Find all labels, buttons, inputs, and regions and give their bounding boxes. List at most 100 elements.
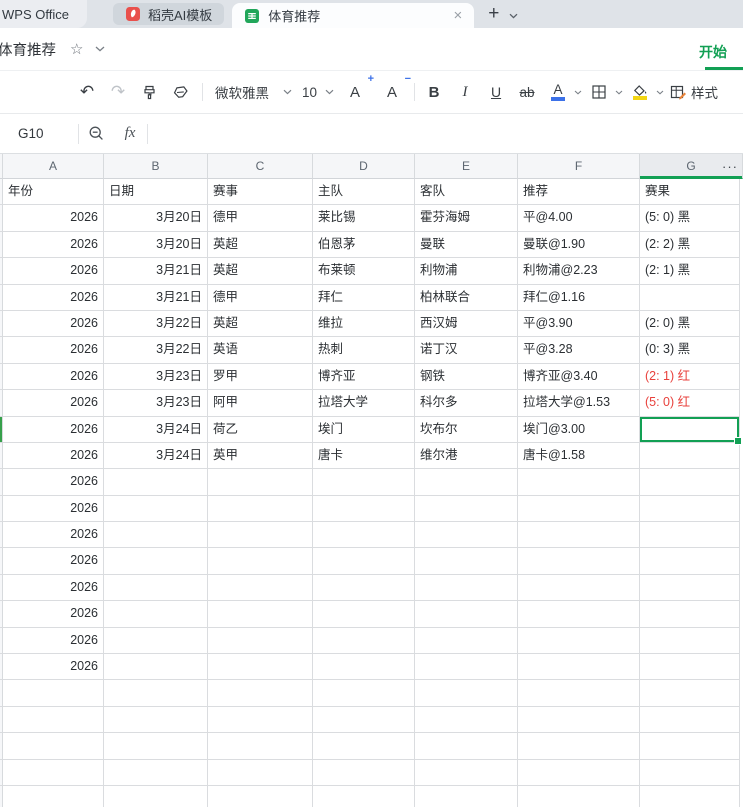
- cell[interactable]: [104, 574, 208, 602]
- cell[interactable]: 2026: [3, 205, 104, 232]
- cell[interactable]: [313, 706, 415, 734]
- cell[interactable]: [518, 601, 640, 628]
- cell[interactable]: [415, 601, 518, 628]
- cell[interactable]: [104, 733, 208, 760]
- ribbon-tab-home[interactable]: 开始: [699, 42, 743, 70]
- cell[interactable]: 德甲: [208, 284, 313, 311]
- cell[interactable]: [3, 733, 104, 760]
- cell[interactable]: [415, 654, 518, 681]
- cell[interactable]: [640, 654, 740, 681]
- cell[interactable]: 利物浦@2.23: [518, 258, 640, 285]
- cell[interactable]: [313, 785, 415, 807]
- cell[interactable]: [313, 654, 415, 681]
- cell[interactable]: [640, 733, 740, 760]
- cell[interactable]: 3月24日: [104, 416, 208, 443]
- cell[interactable]: [313, 522, 415, 549]
- close-tab-icon[interactable]: ×: [449, 7, 466, 24]
- cell[interactable]: [415, 495, 518, 523]
- cell[interactable]: 唐卡: [313, 442, 415, 470]
- cell[interactable]: [313, 733, 415, 760]
- cell[interactable]: [640, 548, 740, 575]
- fill-color-chevron-icon[interactable]: [656, 90, 664, 95]
- cell[interactable]: [208, 574, 313, 602]
- cell[interactable]: [104, 654, 208, 681]
- cell[interactable]: 2026: [3, 416, 104, 443]
- cell[interactable]: 平@4.00: [518, 205, 640, 232]
- cell[interactable]: 热刺: [313, 337, 415, 364]
- cell[interactable]: 拉塔大学: [313, 390, 415, 417]
- cell[interactable]: [208, 495, 313, 523]
- cell[interactable]: 维尔港: [415, 442, 518, 470]
- cell[interactable]: 赛事: [208, 179, 313, 206]
- cell[interactable]: [415, 785, 518, 807]
- borders-button[interactable]: [588, 78, 610, 106]
- cell[interactable]: 曼联: [415, 231, 518, 259]
- cell[interactable]: 3月22日: [104, 337, 208, 364]
- cell[interactable]: 客队: [415, 179, 518, 206]
- cell[interactable]: [415, 733, 518, 760]
- cell[interactable]: [518, 706, 640, 734]
- cell[interactable]: [640, 785, 740, 807]
- cell[interactable]: [104, 785, 208, 807]
- cell[interactable]: 3月21日: [104, 258, 208, 285]
- cell[interactable]: [313, 627, 415, 655]
- cell[interactable]: [415, 706, 518, 734]
- cell[interactable]: 英超: [208, 258, 313, 285]
- cell[interactable]: [3, 785, 104, 807]
- cell[interactable]: 日期: [104, 179, 208, 206]
- tab-list-chevron-icon[interactable]: [509, 13, 518, 19]
- cell[interactable]: [415, 522, 518, 549]
- cell[interactable]: 德甲: [208, 205, 313, 232]
- cell[interactable]: 曼联@1.90: [518, 231, 640, 259]
- cell[interactable]: [104, 706, 208, 734]
- column-header-c[interactable]: C: [208, 154, 313, 179]
- underline-button[interactable]: U: [485, 78, 507, 106]
- cell[interactable]: 钢铁: [415, 363, 518, 391]
- cell[interactable]: 2026: [3, 363, 104, 391]
- cell[interactable]: [640, 574, 740, 602]
- cell[interactable]: 2026: [3, 548, 104, 575]
- cell[interactable]: 2026: [3, 495, 104, 523]
- cell[interactable]: 3月20日: [104, 231, 208, 259]
- cell[interactable]: (0: 3) 黑: [640, 337, 740, 364]
- cell[interactable]: 年份: [3, 179, 104, 206]
- strikethrough-button[interactable]: ab: [516, 78, 538, 106]
- cell[interactable]: (2: 1) 黑: [640, 258, 740, 285]
- cell[interactable]: [640, 442, 740, 470]
- cell[interactable]: 2026: [3, 522, 104, 549]
- cell-style-button[interactable]: 样式: [670, 78, 718, 106]
- cell[interactable]: [518, 574, 640, 602]
- cell[interactable]: [208, 733, 313, 760]
- cell[interactable]: [518, 680, 640, 707]
- undo-button[interactable]: ↶: [76, 78, 98, 106]
- cell[interactable]: 平@3.90: [518, 310, 640, 338]
- cell[interactable]: 布莱顿: [313, 258, 415, 285]
- italic-button[interactable]: I: [454, 78, 476, 106]
- cell[interactable]: [313, 601, 415, 628]
- cell[interactable]: [518, 759, 640, 786]
- cell[interactable]: 3月22日: [104, 310, 208, 338]
- cell[interactable]: [104, 548, 208, 575]
- cell[interactable]: 赛果: [640, 179, 740, 206]
- cell[interactable]: [640, 759, 740, 786]
- column-header-a[interactable]: A: [3, 154, 104, 179]
- cell[interactable]: [208, 469, 313, 496]
- format-painter-button[interactable]: [138, 78, 160, 106]
- cell[interactable]: 英超: [208, 231, 313, 259]
- cell[interactable]: 罗甲: [208, 363, 313, 391]
- cell[interactable]: [640, 601, 740, 628]
- cell[interactable]: [104, 601, 208, 628]
- favorite-star-icon[interactable]: ☆: [70, 40, 83, 58]
- cell[interactable]: [208, 654, 313, 681]
- cell[interactable]: 西汉姆: [415, 310, 518, 338]
- cell[interactable]: 英超: [208, 310, 313, 338]
- cell[interactable]: [208, 706, 313, 734]
- cell[interactable]: 霍芬海姆: [415, 205, 518, 232]
- cell[interactable]: [104, 495, 208, 523]
- cell[interactable]: (5: 0) 黑: [640, 205, 740, 232]
- cell[interactable]: 2026: [3, 258, 104, 285]
- cell[interactable]: [518, 469, 640, 496]
- redo-button[interactable]: ↷: [107, 78, 129, 106]
- clear-format-eraser-button[interactable]: [169, 78, 191, 106]
- cell[interactable]: [104, 759, 208, 786]
